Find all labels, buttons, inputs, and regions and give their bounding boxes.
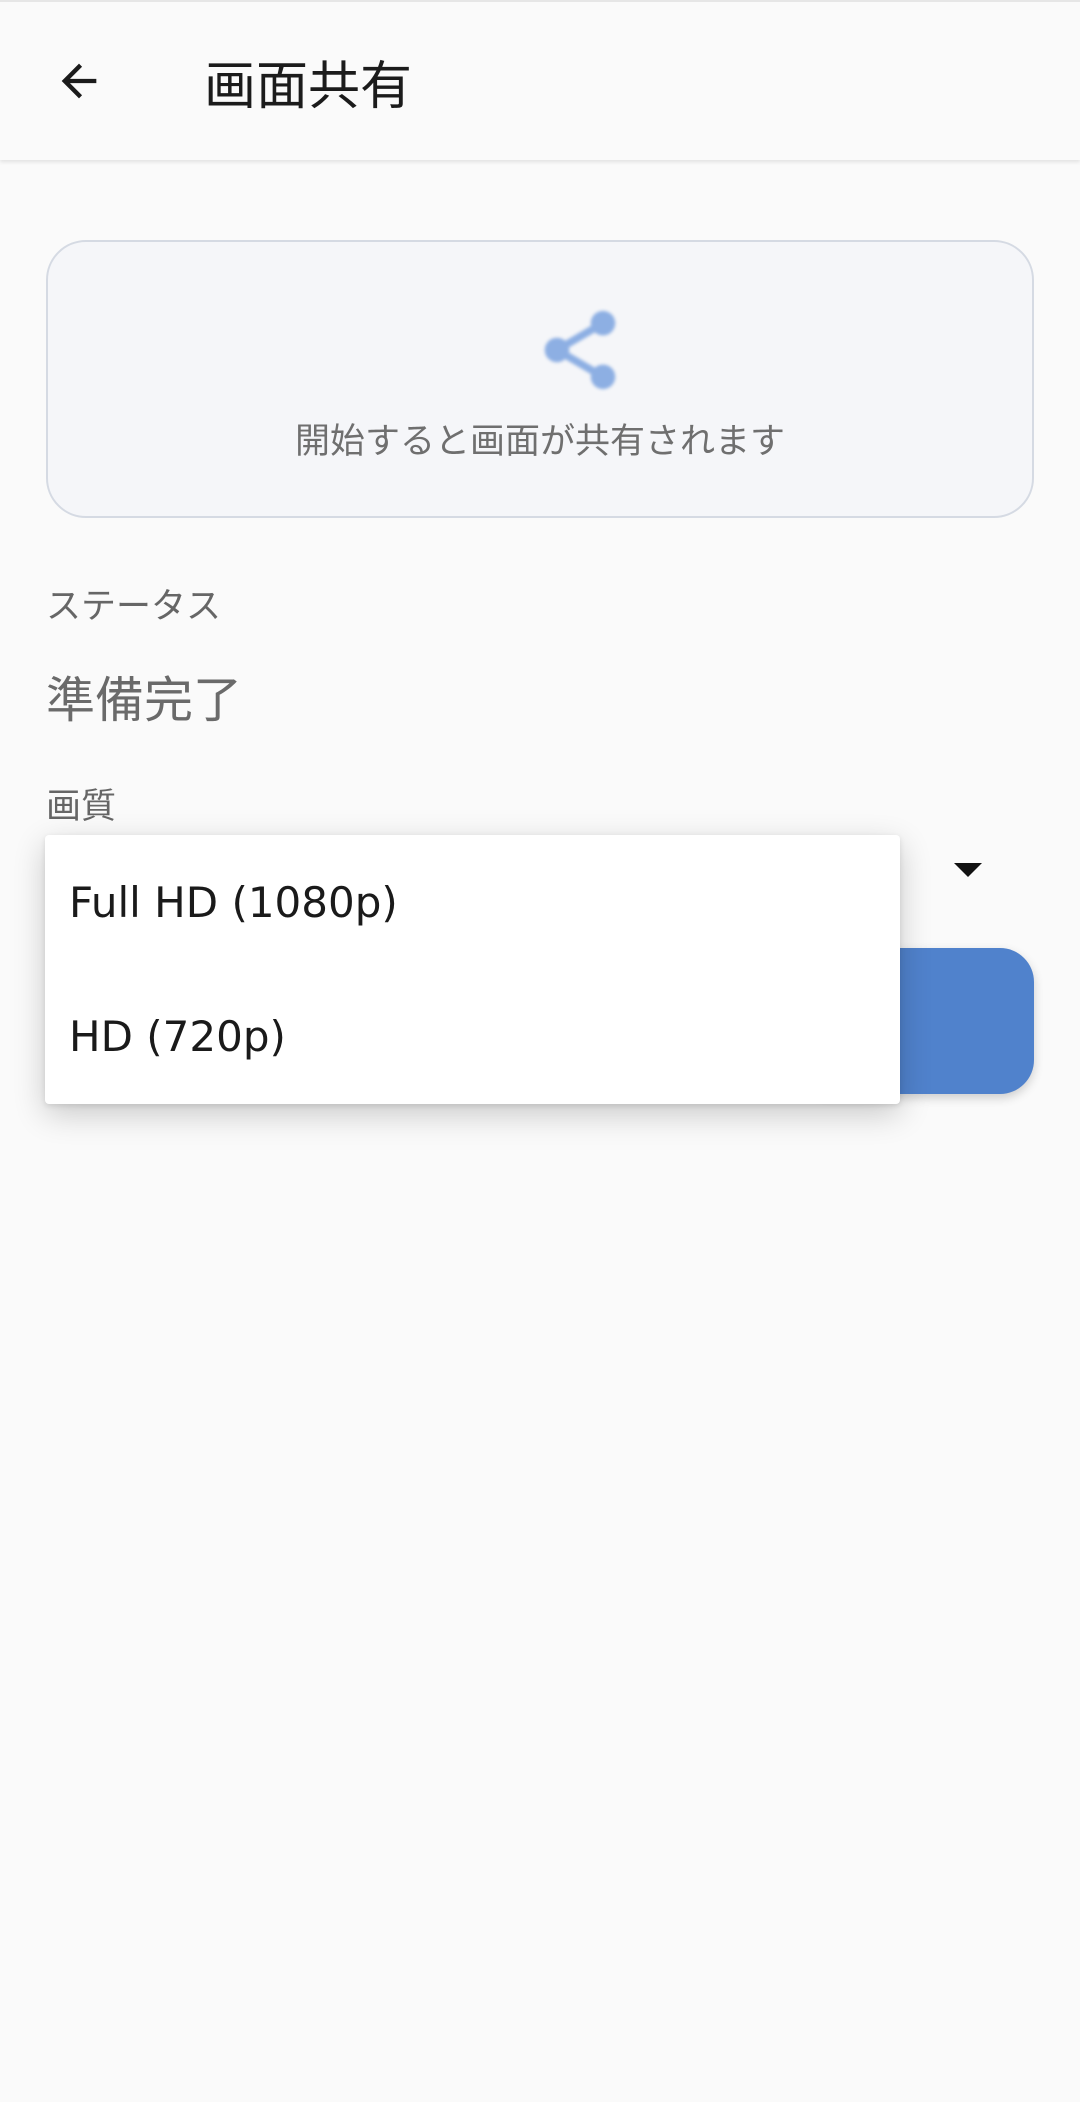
share-icon [544, 310, 616, 390]
status-value: 準備完了 [46, 672, 243, 729]
quality-label: 画質 [46, 787, 117, 827]
quality-option-hd[interactable]: HD (720p) [69, 969, 889, 1103]
preview-card: 開始すると画面が共有されます [46, 240, 1034, 518]
quality-option-full-hd[interactable]: Full HD (1080p) [69, 835, 889, 969]
arrow-left-icon [61, 63, 97, 99]
status-label: ステータス [46, 587, 222, 627]
page-title: 画面共有 [204, 57, 413, 117]
quality-dropdown-menu: Full HD (1080p) HD (720p) [45, 835, 900, 1104]
preview-message: 開始すると画面が共有されます [294, 422, 785, 462]
dropdown-arrow-icon[interactable] [952, 860, 984, 880]
back-button[interactable] [36, 38, 122, 124]
app-bar: 画面共有 [0, 0, 1080, 160]
